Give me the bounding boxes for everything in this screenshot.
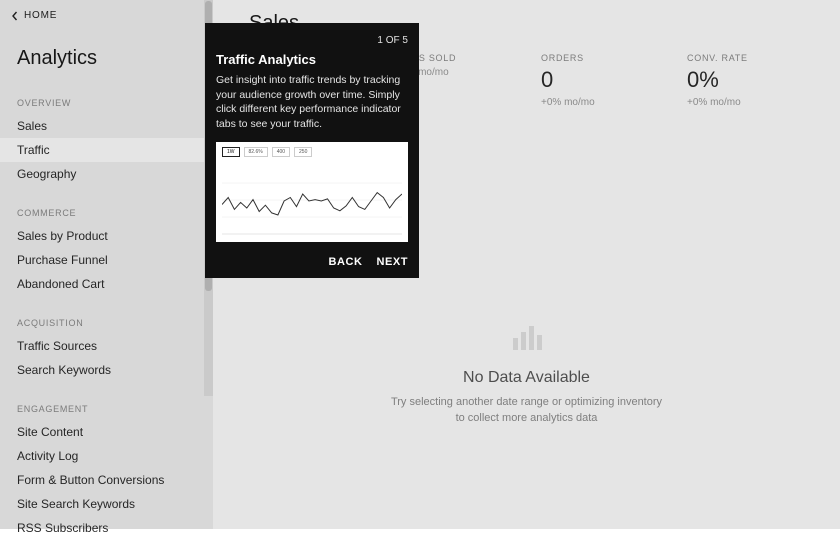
- preview-tab: 1W: [222, 147, 240, 157]
- onboarding-modal: 1 OF 5 Traffic Analytics Get insight int…: [205, 23, 419, 278]
- nav-item-site-search-keywords[interactable]: Site Search Keywords: [0, 492, 213, 516]
- kpi-orders[interactable]: ORDERS 0 +0% mo/mo: [541, 53, 687, 108]
- nav-item-geography[interactable]: Geography: [0, 162, 213, 186]
- nav-item-search-keywords[interactable]: Search Keywords: [0, 358, 213, 382]
- nav-item-purchase-funnel[interactable]: Purchase Funnel: [0, 248, 213, 272]
- kpi-value: 0: [541, 67, 677, 93]
- nav-item-traffic[interactable]: Traffic: [0, 138, 213, 162]
- nav-item-sales-by-product[interactable]: Sales by Product: [0, 224, 213, 248]
- nav-group-engagement: ENGAGEMENT: [0, 382, 213, 420]
- modal-preview-chart: [222, 166, 402, 236]
- home-label: HOME: [24, 10, 57, 21]
- nav-item-activity-log[interactable]: Activity Log: [0, 444, 213, 468]
- nav-item-abandoned-cart[interactable]: Abandoned Cart: [0, 272, 213, 296]
- nav-item-site-content[interactable]: Site Content: [0, 420, 213, 444]
- back-button[interactable]: BACK: [328, 256, 362, 268]
- modal-preview-image: 1W 82.6% 400 250: [216, 142, 408, 242]
- nav-group-acquisition: ACQUISITION: [0, 296, 213, 334]
- preview-tab: 400: [272, 147, 290, 157]
- preview-tab: 250: [294, 147, 312, 157]
- nav-group-overview: OVERVIEW: [0, 76, 213, 114]
- kpi-delta: +0% mo/mo: [687, 97, 823, 108]
- kpi-value: 0%: [687, 67, 823, 93]
- modal-preview-tabs: 1W 82.6% 400 250: [216, 142, 408, 162]
- chart-icon: [509, 318, 545, 354]
- kpi-label: CONV. RATE: [687, 53, 823, 63]
- nav-group-commerce: COMMERCE: [0, 186, 213, 224]
- nav-item-form-button-conversions[interactable]: Form & Button Conversions: [0, 468, 213, 492]
- chevron-left-icon: [10, 11, 20, 21]
- kpi-label: ORDERS: [541, 53, 677, 63]
- preview-tab: 82.6%: [244, 147, 268, 157]
- kpi-conv-rate[interactable]: CONV. RATE 0% +0% mo/mo: [687, 53, 833, 108]
- page-title: Analytics: [0, 27, 213, 76]
- empty-title: No Data Available: [387, 369, 667, 387]
- modal-title: Traffic Analytics: [216, 52, 408, 67]
- nav-item-traffic-sources[interactable]: Traffic Sources: [0, 334, 213, 358]
- modal-body: Get insight into traffic trends by track…: [216, 73, 408, 132]
- modal-step-counter: 1 OF 5: [216, 35, 408, 46]
- sidebar: HOME Analytics OVERVIEW Sales Traffic Ge…: [0, 0, 213, 529]
- nav-item-sales[interactable]: Sales: [0, 114, 213, 138]
- empty-text: Try selecting another date range or opti…: [387, 395, 667, 427]
- kpi-delta: +0% mo/mo: [541, 97, 677, 108]
- empty-state: No Data Available Try selecting another …: [387, 318, 667, 427]
- home-link[interactable]: HOME: [0, 0, 213, 27]
- nav-item-rss-subscribers[interactable]: RSS Subscribers: [0, 516, 213, 540]
- next-button[interactable]: NEXT: [376, 256, 408, 268]
- modal-actions: BACK NEXT: [216, 256, 408, 268]
